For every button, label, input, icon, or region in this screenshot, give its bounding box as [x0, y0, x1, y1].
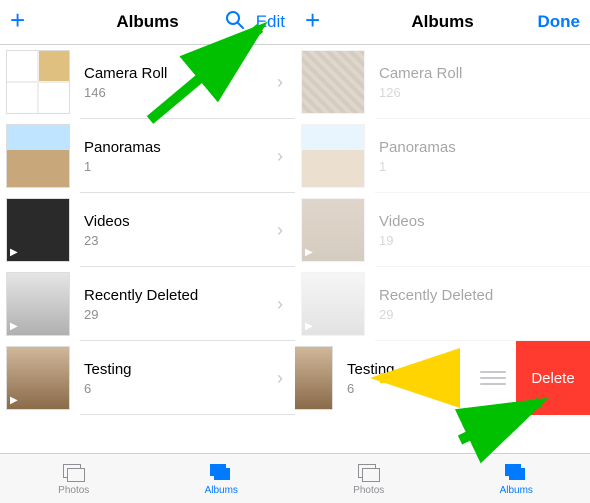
tab-bar: Photos Albums [295, 453, 590, 503]
search-button[interactable] [225, 10, 245, 35]
photos-icon [356, 462, 382, 484]
album-row[interactable]: ▶︎ Videos 23 › [0, 193, 295, 267]
tab-label: Photos [353, 485, 384, 496]
chevron-right-icon: › [277, 72, 295, 93]
tab-label: Albums [205, 485, 238, 496]
album-name: Videos [84, 213, 277, 231]
album-thumbnail: ▶︎ [301, 272, 365, 336]
add-button[interactable]: + [10, 5, 25, 36]
album-thumbnail [301, 124, 365, 188]
album-name: Testing [84, 361, 277, 379]
delete-button[interactable]: Delete [516, 341, 590, 415]
album-thumbnail: ▶︎ [6, 346, 70, 410]
add-button[interactable]: + [305, 5, 320, 36]
album-count: 1 [379, 159, 590, 174]
tab-label: Albums [500, 485, 533, 496]
phone-left: + Albums Edit Camera Roll 146 › Panorama… [0, 0, 296, 503]
album-thumbnail [6, 124, 70, 188]
phone-right: + Albums Done Camera Roll 126 Panoramas … [295, 0, 590, 503]
chevron-right-icon: › [277, 146, 295, 167]
album-thumbnail: ▶︎ [6, 198, 70, 262]
albums-icon [503, 462, 529, 484]
album-count: 146 [84, 85, 277, 100]
photos-icon [61, 462, 87, 484]
album-count: 1 [84, 159, 277, 174]
tab-label: Photos [58, 485, 89, 496]
album-list: Camera Roll 146 › Panoramas 1 › ▶︎ [0, 45, 295, 415]
tab-bar: Photos Albums [0, 453, 295, 503]
album-thumbnail [301, 50, 365, 114]
album-row[interactable]: Camera Roll 126 [295, 45, 590, 119]
album-row[interactable]: ▶︎ Testing 6 › [0, 341, 295, 415]
album-name: Panoramas [84, 139, 277, 157]
video-badge-icon: ▶︎ [305, 247, 313, 258]
album-name: Camera Roll [84, 65, 277, 83]
album-row[interactable]: ▶︎ Recently Deleted 29 [295, 267, 590, 341]
album-row-swiped[interactable]: ▶︎ Testing 6 Delete [295, 341, 590, 415]
albums-icon [208, 462, 234, 484]
album-name: Videos [379, 213, 590, 231]
screenshot-pair: + Albums Edit Camera Roll 146 › Panorama… [0, 0, 590, 503]
chevron-right-icon: › [277, 294, 295, 315]
reorder-handle[interactable] [480, 371, 506, 385]
album-list-edit: Camera Roll 126 Panoramas 1 ▶︎ Videos [295, 45, 590, 415]
video-badge-icon: ▶︎ [10, 321, 18, 332]
tab-albums[interactable]: Albums [148, 454, 296, 503]
album-count: 19 [379, 233, 590, 248]
album-name: Recently Deleted [379, 287, 590, 305]
tab-photos[interactable]: Photos [0, 454, 148, 503]
page-title: Albums [116, 12, 178, 32]
album-count: 29 [379, 307, 590, 322]
video-badge-icon: ▶︎ [10, 247, 18, 258]
album-count: 126 [379, 85, 590, 100]
album-thumbnail: ▶︎ [301, 198, 365, 262]
album-count: 29 [84, 307, 277, 322]
album-name: Recently Deleted [84, 287, 277, 305]
album-name: Testing [347, 361, 480, 379]
album-row[interactable]: ▶︎ Videos 19 [295, 193, 590, 267]
album-thumbnail: ▶︎ [6, 272, 70, 336]
album-row[interactable]: Panoramas 1 › [0, 119, 295, 193]
navbar: + Albums Done [295, 0, 590, 45]
navbar: + Albums Edit [0, 0, 295, 45]
album-name: Panoramas [379, 139, 590, 157]
album-count: 6 [347, 381, 480, 396]
album-count: 6 [84, 381, 277, 396]
album-name: Camera Roll [379, 65, 590, 83]
video-badge-icon: ▶︎ [10, 395, 18, 406]
album-thumbnail [6, 50, 70, 114]
album-row[interactable]: Camera Roll 146 › [0, 45, 295, 119]
edit-button[interactable]: Edit [256, 12, 285, 32]
album-row[interactable]: ▶︎ Recently Deleted 29 › [0, 267, 295, 341]
chevron-right-icon: › [277, 220, 295, 241]
search-icon [225, 10, 245, 30]
page-title: Albums [411, 12, 473, 32]
done-button[interactable]: Done [538, 12, 581, 32]
album-thumbnail: ▶︎ [295, 346, 333, 410]
tab-albums[interactable]: Albums [443, 454, 590, 503]
video-badge-icon: ▶︎ [305, 321, 313, 332]
album-count: 23 [84, 233, 277, 248]
album-row[interactable]: Panoramas 1 [295, 119, 590, 193]
tab-photos[interactable]: Photos [295, 454, 443, 503]
chevron-right-icon: › [277, 368, 295, 389]
